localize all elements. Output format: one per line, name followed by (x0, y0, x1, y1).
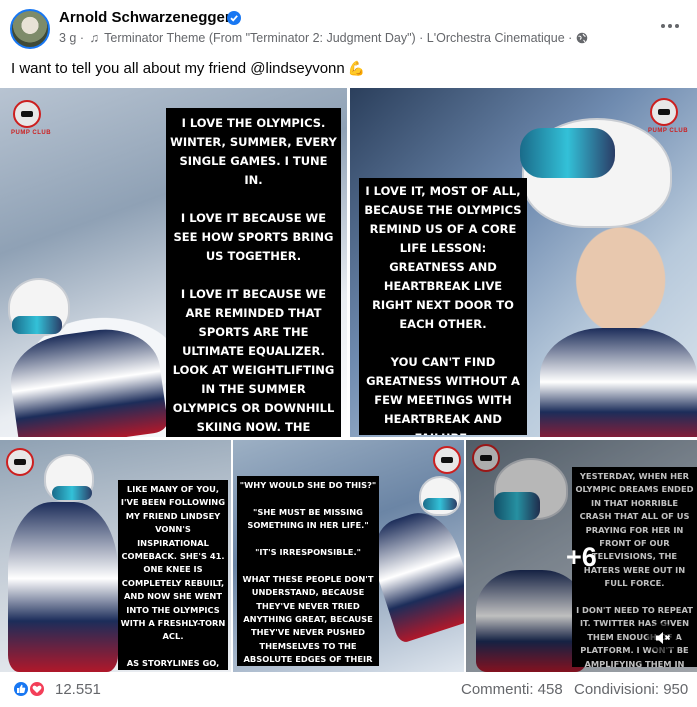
gallery-image-3[interactable]: LIKE MANY OF YOU, I'VE BEEN FOLLOWING MY… (0, 440, 231, 672)
pump-club-logo (6, 448, 34, 476)
more-photos-count[interactable]: +6 (566, 542, 597, 573)
pump-club-logo (433, 446, 461, 474)
image-caption: I LOVE THE OLYMPICS. WINTER, SUMMER, EVE… (166, 108, 341, 437)
verified-badge-icon (227, 11, 241, 25)
author-avatar[interactable] (10, 9, 50, 49)
comments-count[interactable]: Commenti: 458 (461, 681, 563, 698)
author-name[interactable]: Arnold Schwarzenegger (59, 9, 231, 26)
shares-count[interactable]: Condivisioni: 950 (574, 681, 688, 698)
more-options-icon (661, 24, 665, 28)
gallery-image-1[interactable]: PUMP CLUB I LOVE THE OLYMPICS. WINTER, S… (0, 88, 347, 437)
image-caption: LIKE MANY OF YOU, I'VE BEEN FOLLOWING MY… (118, 480, 228, 670)
like-reaction-icon[interactable] (12, 680, 30, 698)
post-header: Arnold Schwarzenegger 3 g · ♫ Terminator… (0, 0, 697, 58)
mute-button[interactable] (647, 623, 677, 653)
post-meta: 3 g · ♫ Terminator Theme (From "Terminat… (59, 31, 588, 45)
post-music[interactable]: Terminator Theme (From "Terminator 2: Ju… (104, 31, 565, 45)
flexed-biceps-emoji: 💪 (347, 60, 366, 76)
gallery-image-2[interactable]: PUMP CLUB I LOVE IT, MOST OF ALL, BECAUS… (350, 88, 697, 437)
image-caption: I LOVE IT, MOST OF ALL, BECAUSE THE OLYM… (359, 178, 527, 435)
more-options-button[interactable] (650, 12, 686, 40)
skier-photo (419, 476, 461, 516)
pump-club-logo (650, 98, 678, 126)
pump-club-logo (13, 100, 41, 128)
globe-icon (576, 32, 588, 44)
mute-icon (656, 632, 671, 644)
gallery-image-4[interactable]: "WHY WOULD SHE DO THIS?" "SHE MUST BE MI… (233, 440, 464, 672)
image-caption: "WHY WOULD SHE DO THIS?" "SHE MUST BE MI… (237, 476, 379, 666)
music-note-icon: ♫ (89, 31, 99, 45)
post-stats: 12.551 Commenti: 458 Condivisioni: 950 (0, 672, 697, 707)
post-time[interactable]: 3 g (59, 31, 76, 45)
gallery-image-5[interactable]: YESTERDAY, WHEN HER OLYMPIC DREAMS ENDED… (466, 440, 697, 672)
reactions-count[interactable]: 12.551 (55, 681, 101, 698)
love-reaction-icon[interactable] (28, 680, 46, 698)
post-text: I want to tell you all about my friend @… (11, 60, 366, 77)
